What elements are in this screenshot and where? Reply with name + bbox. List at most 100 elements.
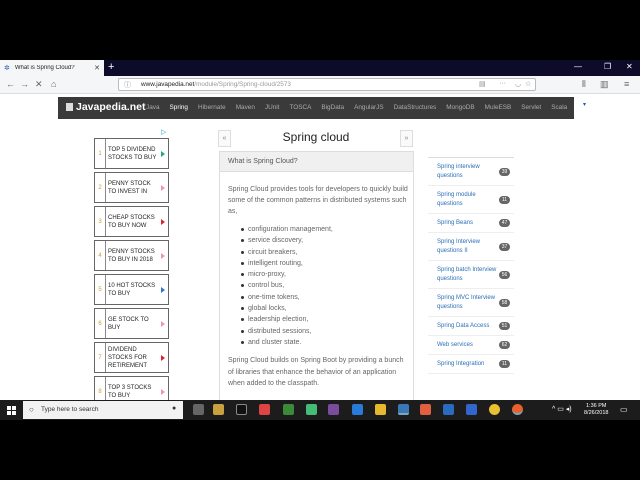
ad-item[interactable]: 3 CHEAP STOCKS TO BUY NOW — [94, 206, 169, 237]
site-logo[interactable]: Javapedia.net — [66, 101, 145, 113]
ad-number: 6 — [98, 320, 102, 327]
info-icon: ⓘ — [124, 82, 131, 89]
forward-icon[interactable]: → — [20, 79, 29, 89]
sidebar-item-label: Spring Interview questions II — [437, 239, 481, 254]
menu-item-tosca[interactable]: TOSCA — [289, 104, 311, 111]
back-icon[interactable]: ← — [6, 79, 15, 89]
task-view-icon[interactable] — [193, 404, 204, 415]
answer-outro: Spring Cloud builds on Spring Boot by pr… — [228, 357, 404, 387]
menu-item-bigdata[interactable]: BigData — [321, 104, 344, 111]
notifications-icon[interactable]: ▭ — [620, 405, 628, 414]
sidebar-item[interactable]: Spring MVC Interview questions 58 — [428, 289, 514, 317]
ad-text: DIVIDEND STOCKS FOR RETIREMENT — [105, 343, 158, 372]
bookmark-star-icon[interactable]: ☆ — [525, 80, 531, 88]
sidebar-item[interactable]: Spring Beans 47 — [428, 214, 514, 233]
taskbar: ○ Type here to search ● ^ ▭ ◂) 1:36 PM 8… — [0, 400, 640, 420]
app-icon[interactable] — [398, 404, 409, 415]
ad-item[interactable]: 2 PENNY STOCK TO INVEST IN — [94, 172, 169, 203]
sidebar-item[interactable]: Spring Integration 11 — [428, 355, 514, 374]
app-icon[interactable] — [443, 404, 454, 415]
pocket-icon[interactable]: ◡ — [515, 80, 521, 88]
visual-studio-icon[interactable] — [466, 404, 477, 415]
library-icon[interactable]: ⫴ — [582, 79, 586, 90]
menu-item-servlet[interactable]: Servlet — [521, 104, 541, 111]
menu-item-datastructures[interactable]: DataStructures — [394, 104, 437, 111]
adchoices-icon[interactable]: ▷ — [161, 128, 166, 136]
reader-icon[interactable]: ▤ — [479, 80, 486, 88]
ad-item[interactable]: 4 PENNY STOCKS TO BUY IN 2018 — [94, 240, 169, 271]
sidebar-item[interactable]: Spring interview questions 39 — [428, 158, 514, 186]
ad-text: PENNY STOCKS TO BUY IN 2018 — [105, 241, 158, 270]
menu-item-mongodb[interactable]: MongoDB — [446, 104, 474, 111]
search-placeholder: Type here to search — [41, 406, 99, 413]
question-heading: What is Spring Cloud? — [219, 151, 414, 172]
menu-item-java[interactable]: Java — [146, 104, 160, 111]
app-icon[interactable] — [259, 404, 270, 415]
stop-icon[interactable]: ✕ — [35, 79, 43, 90]
sidebar-icon[interactable]: ▥ — [600, 79, 609, 90]
play-arrow-icon — [161, 184, 165, 191]
count-badge: 56 — [499, 270, 510, 279]
menu-item-maven[interactable]: Maven — [236, 104, 255, 111]
clock[interactable]: 1:36 PM 8/26/2018 — [584, 403, 608, 417]
start-button[interactable] — [7, 406, 16, 415]
more-icon[interactable]: ··· — [499, 80, 506, 87]
explorer-app-icon[interactable] — [213, 404, 224, 415]
sidebar-item[interactable]: Spring Data Access 51 — [428, 317, 514, 336]
new-tab-icon[interactable]: + — [108, 61, 114, 73]
restore-icon[interactable]: ❐ — [604, 62, 611, 71]
ad-item[interactable]: 5 10 HOT STOCKS TO BUY — [94, 274, 169, 305]
sidebar-item[interactable]: Spring batch Interview questions 56 — [428, 261, 514, 289]
letterbox — [0, 420, 640, 480]
chrome-icon[interactable] — [489, 404, 500, 415]
count-badge: 58 — [499, 298, 510, 307]
close-tab-icon[interactable]: ✕ — [94, 64, 100, 72]
sidebar-item[interactable]: Web services 62 — [428, 336, 514, 355]
ad-text: 10 HOT STOCKS TO BUY — [105, 275, 158, 304]
app-icon[interactable] — [420, 404, 431, 415]
count-badge: 11 — [499, 195, 510, 204]
menu-item-junit[interactable]: JUnit — [265, 104, 280, 111]
terminal-app-icon[interactable] — [236, 404, 247, 415]
menu-item-spring[interactable]: Spring — [170, 104, 188, 111]
ad-text: TOP 5 DIVIDEND STOCKS TO BUY — [105, 139, 158, 168]
answer-panel: Spring Cloud provides tools for develope… — [219, 172, 414, 420]
tray-icons[interactable]: ^ ▭ ◂) — [552, 405, 572, 413]
ad-number: 1 — [98, 150, 102, 157]
page-title: Spring cloud — [282, 130, 350, 144]
folder-app-icon[interactable] — [375, 404, 386, 415]
menu-item-muleesb[interactable]: MuleESB — [485, 104, 512, 111]
sidebar-item-label: Spring Integration — [437, 361, 485, 367]
count-badge: 37 — [499, 242, 510, 251]
app-icon[interactable] — [328, 404, 339, 415]
menu-item-scala[interactable]: Scala — [551, 104, 567, 111]
close-window-icon[interactable]: ✕ — [626, 62, 633, 71]
browser-tab[interactable]: ✲ What is Spring Cloud? ✕ — [0, 60, 104, 76]
taskbar-search[interactable]: ○ Type here to search ● — [23, 401, 183, 419]
home-icon[interactable]: ⌂ — [51, 79, 56, 89]
ad-item[interactable]: 6 GE STOCK TO BUY — [94, 308, 169, 339]
play-arrow-icon — [161, 388, 165, 395]
menu-icon[interactable]: ≡ — [624, 79, 629, 89]
site-header: Javapedia.net Java Spring Hibernate Mave… — [58, 97, 574, 119]
sidebar-item[interactable]: Spring module questions 11 — [428, 186, 514, 214]
list-item: control bus, — [241, 280, 333, 291]
app-icon[interactable] — [306, 404, 317, 415]
microphone-icon[interactable]: ● — [172, 405, 176, 412]
menu-item-angularjs[interactable]: AngularJS — [354, 104, 384, 111]
ad-item[interactable]: 1 TOP 5 DIVIDEND STOCKS TO BUY — [94, 138, 169, 169]
address-bar[interactable]: ⓘ www.javapedia.net/module/Spring/Spring… — [118, 78, 536, 91]
play-arrow-icon — [161, 150, 165, 157]
menu-item-hibernate[interactable]: Hibernate — [198, 104, 226, 111]
next-page-button[interactable]: » — [400, 130, 413, 147]
topic-sidebar: Spring interview questions 39 Spring modu… — [428, 157, 514, 374]
prev-page-button[interactable]: « — [218, 130, 231, 147]
tab-title: What is Spring Cloud? — [14, 65, 75, 71]
minimize-icon[interactable]: — — [574, 62, 582, 71]
sidebar-item[interactable]: Spring Interview questions II 37 — [428, 233, 514, 261]
menu-dropdown-icon[interactable]: ▾ — [583, 101, 586, 108]
app-icon[interactable] — [283, 404, 294, 415]
edge-app-icon[interactable] — [352, 404, 363, 415]
ad-item[interactable]: 7 DIVIDEND STOCKS FOR RETIREMENT — [94, 342, 169, 373]
firefox-icon[interactable] — [512, 404, 523, 415]
